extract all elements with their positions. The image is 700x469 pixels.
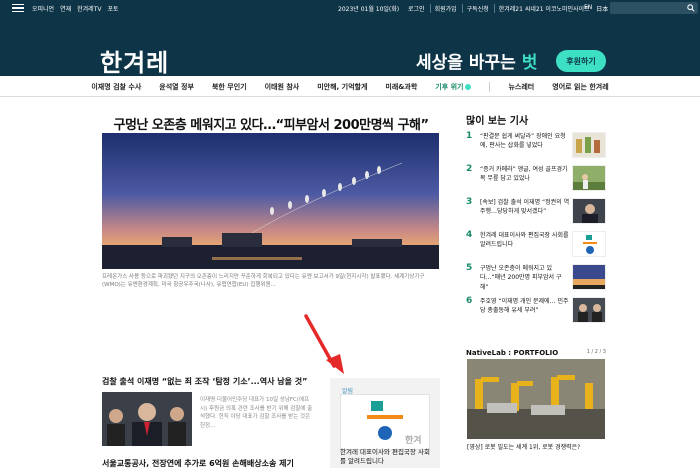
signup-link[interactable]: 회원가입 — [429, 4, 457, 13]
lang-ja[interactable]: 日本 — [596, 4, 608, 13]
search-icon[interactable] — [687, 4, 695, 12]
most-viewed-title: 많이 보는 기사 — [466, 116, 529, 127]
live-dot-icon — [465, 83, 472, 90]
slogan: 세상을 바꾸는 벗 — [416, 48, 537, 73]
rank-thumbnail — [572, 165, 606, 191]
subscribe-link[interactable]: 구독신청 — [461, 4, 489, 13]
top-link-photo[interactable]: 포토 — [107, 4, 118, 13]
carousel-pager[interactable]: 1 / 2 / 3 — [587, 349, 606, 355]
rank-number: 4 — [466, 230, 473, 240]
svg-text:한겨: 한겨 — [405, 434, 422, 446]
support-button[interactable]: 후원하기 — [556, 50, 606, 72]
rank-thumbnail — [572, 231, 606, 257]
rank-title: [속보] 검찰 출석 이재명 “정권의 역주행…당당하게 맞서겠다” — [480, 199, 570, 216]
list-item[interactable]: 6 주호영 “이재명 개인 문제에… 민주당 총출동해 유세 부려” — [466, 296, 606, 329]
search-input[interactable] — [610, 2, 698, 14]
rank-number: 5 — [466, 263, 473, 273]
rank-number: 2 — [466, 164, 473, 174]
top-link-opinion[interactable]: 오피니언 — [32, 4, 54, 13]
login-link[interactable]: 로그인 — [408, 4, 425, 13]
rank-number: 6 — [466, 296, 473, 306]
site-logo[interactable]: 한겨레 — [100, 43, 169, 78]
nav-item[interactable]: 영어로 읽는 한겨레 — [552, 82, 608, 92]
rank-thumbnail — [572, 297, 606, 323]
date-text: 2023년 01월 10일(화) — [338, 6, 400, 13]
main-nav: 이재명 검찰 수사 윤석열 정부 북한 무인기 이태원 참사 미안해, 기억할게… — [0, 77, 700, 97]
notice-image: 한겨 — [340, 394, 430, 450]
nav-item[interactable]: 뉴스레터 — [508, 82, 534, 92]
nav-item-label: 기후 위기 — [435, 82, 464, 91]
list-item[interactable]: 2 “증거 카메라” 앵글, 여성 골프경기복 무릎 담고 있었나 — [466, 164, 606, 197]
nav-item[interactable]: 이태원 참사 — [265, 82, 300, 92]
rank-title: “판결문 쉽게 써달라” 장애인 요청에, 판사는 삽화를 넣었다 — [480, 133, 566, 150]
nav-item-climate[interactable]: 기후 위기 — [435, 82, 472, 92]
rank-title: 주호영 “이재명 개인 문제에… 민주당 총출동해 유세 부려” — [480, 298, 569, 315]
nav-item[interactable]: 윤석열 정부 — [159, 82, 194, 92]
list-item[interactable]: 4 한겨레 대표이사와 편집국장 사회를 알려드립니다 — [466, 230, 606, 263]
top-link-tv[interactable]: 한겨레TV — [77, 4, 101, 13]
rank-thumbnail — [572, 198, 606, 224]
nativelab-image[interactable] — [467, 359, 605, 439]
slogan-text: 세상을 바꾸는 — [416, 53, 522, 73]
rank-thumbnail — [572, 132, 606, 158]
list-item[interactable]: 3 [속보] 검찰 출석 이재명 “정권의 역주행…당당하게 맞서겠다” — [466, 197, 606, 230]
nativelab-caption[interactable]: [영상] 로봇 밀도는 세계 1위, 로봇 경쟁력은? — [467, 442, 580, 451]
bottom-headline[interactable]: 서울교통공사, 전장연에 추가로 6억원 손해배상소송 제기 — [102, 458, 294, 469]
menu-icon[interactable] — [12, 3, 24, 13]
nav-divider — [489, 81, 491, 92]
nav-item[interactable]: 미래&과학 — [385, 82, 417, 92]
lang-en[interactable]: EN — [584, 4, 592, 13]
nativelab-title[interactable]: NativeLab : PORTFOLIO — [466, 349, 558, 357]
notice-title: 한겨레 대표이사와 편집국장 사회를 알려드립니다 — [340, 448, 430, 466]
list-item[interactable]: 5 구멍난 오존층이 메워지고 있다…“매년 200만명 피부암서 구해” — [466, 263, 606, 296]
notice-card[interactable]: 알림 한겨 한겨레 대표이사와 편집국장 사회를 알려드립니다 — [330, 378, 440, 468]
rank-number: 3 — [466, 197, 473, 207]
hero-image[interactable] — [102, 133, 439, 269]
list-item[interactable]: 1 “판결문 쉽게 써달라” 장애인 요청에, 판사는 삽화를 넣었다 — [466, 131, 606, 164]
top-headline[interactable]: 구멍난 오존층 메워지고 있다…“피부암서 200만명씩 구해” — [100, 114, 442, 133]
red-arrow-icon — [304, 314, 344, 374]
nav-item[interactable]: 이재명 검찰 수사 — [91, 82, 141, 92]
top-link-series[interactable]: 연재 — [60, 4, 71, 13]
rank-title: 한겨레 대표이사와 편집국장 사회를 알려드립니다 — [480, 232, 569, 249]
family-sites-link[interactable]: 한겨레21 씨네21 이코노미인사이트 — [493, 4, 590, 13]
rank-title: “증거 카메라” 앵글, 여성 골프경기복 무릎 담고 있었나 — [480, 166, 568, 183]
site-header: 한겨레 세상을 바꾸는 벗 후원하기 — [0, 16, 700, 78]
rank-thumbnail — [572, 264, 606, 290]
sub-description: 이재명 더불어민주당 대표가 10일 성남FC(에프시) 후원금 의혹 관련 조… — [200, 397, 313, 429]
nav-item[interactable]: 미안해, 기억할게 — [317, 82, 367, 92]
sub-thumbnail[interactable] — [102, 392, 192, 446]
hero-caption: 프레온가스 사용 등으로 파괴됐던 지구의 오존층이 느리지만 꾸준하게 회복되… — [102, 274, 425, 289]
nativelab-header: NativeLab : PORTFOLIO 1 / 2 / 3 — [466, 349, 606, 357]
slogan-highlight: 벗 — [521, 53, 538, 73]
nav-item[interactable]: 북한 무인기 — [212, 82, 247, 92]
rank-title: 구멍난 오존층이 메워지고 있다…“매년 200만명 피부암서 구해” — [480, 265, 562, 291]
sub-headline[interactable]: 검찰 출석 이재명 “없는 죄 조작 ‘탐정 기소’...역사 남을 것” — [102, 376, 307, 387]
rank-number: 1 — [466, 131, 473, 141]
top-bar: 오피니언 연재 한겨레TV 포토 2023년 01월 10일(화) 로그인 회원… — [0, 0, 700, 16]
most-viewed-list: 1 “판결문 쉽게 써달라” 장애인 요청에, 판사는 삽화를 넣었다 2 “증… — [466, 131, 606, 329]
